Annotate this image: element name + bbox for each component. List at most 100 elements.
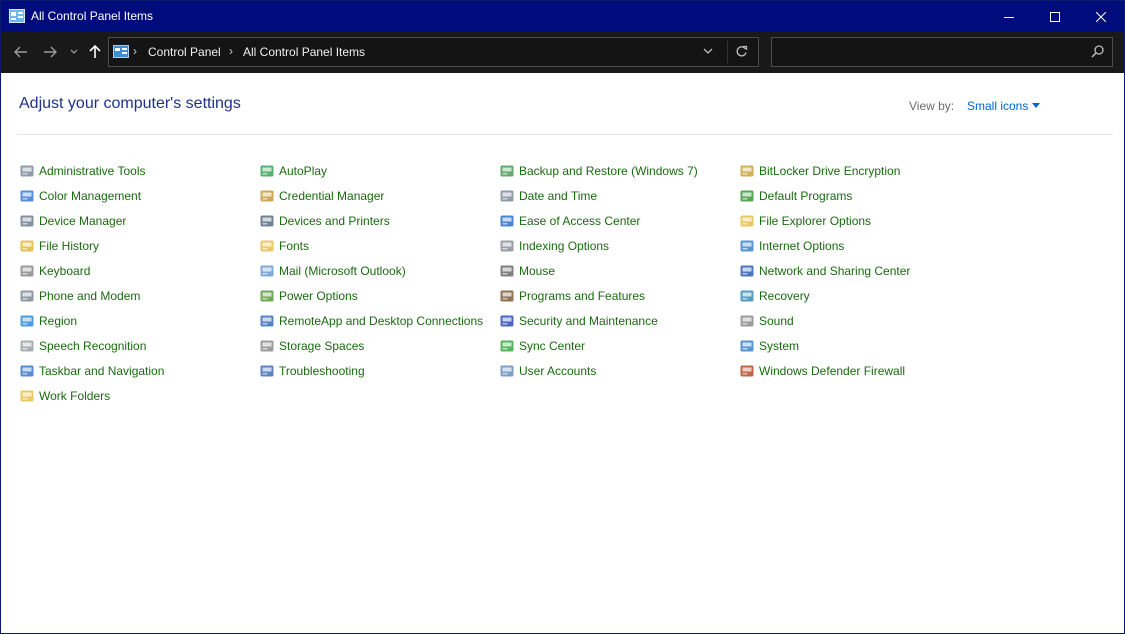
item-autoplay[interactable]: AutoPlay (259, 161, 327, 181)
ease-of-access-icon (500, 215, 514, 227)
internet-icon (740, 240, 754, 252)
item-label: Mail (Microsoft Outlook) (279, 264, 406, 278)
storage-icon (260, 340, 274, 352)
search-icon[interactable] (1091, 45, 1104, 58)
item-remoteapp-and-desktop-connections[interactable]: RemoteApp and Desktop Connections (259, 311, 483, 331)
address-divider (727, 41, 728, 63)
power-icon (260, 290, 274, 302)
item-label: Date and Time (519, 189, 598, 203)
caret-down-icon[interactable] (1032, 103, 1040, 108)
item-fonts[interactable]: Fonts (259, 236, 309, 256)
item-work-folders[interactable]: Work Folders (19, 386, 110, 406)
item-internet-options[interactable]: Internet Options (739, 236, 844, 256)
item-speech-recognition[interactable]: Speech Recognition (19, 336, 146, 356)
item-network-and-sharing-center[interactable]: Network and Sharing Center (739, 261, 910, 281)
item-label: Storage Spaces (279, 339, 365, 353)
work-folders-icon (20, 390, 34, 402)
item-label: Programs and Features (519, 289, 646, 303)
item-power-options[interactable]: Power Options (259, 286, 358, 306)
up-button[interactable] (87, 41, 103, 63)
search-input[interactable] (772, 38, 1088, 64)
address-bar[interactable]: › Control Panel › All Control Panel Item… (108, 37, 759, 67)
sync-icon (500, 340, 514, 352)
item-file-history[interactable]: File History (19, 236, 99, 256)
globe-icon (20, 315, 34, 327)
item-system[interactable]: System (739, 336, 799, 356)
item-label: Ease of Access Center (519, 214, 641, 228)
item-windows-defender-firewall[interactable]: Windows Defender Firewall (739, 361, 905, 381)
remote-desktop-icon (260, 315, 274, 327)
back-button[interactable] (11, 41, 31, 63)
device-manager-icon (20, 215, 34, 227)
item-file-explorer-options[interactable]: File Explorer Options (739, 211, 871, 231)
control-panel-icon (9, 9, 25, 23)
item-security-and-maintenance[interactable]: Security and Maintenance (499, 311, 658, 331)
item-troubleshooting[interactable]: Troubleshooting (259, 361, 365, 381)
breadcrumb-chevron-icon[interactable]: › (229, 44, 233, 58)
title-bar[interactable]: All Control Panel Items (1, 1, 1124, 32)
navigation-bar: › Control Panel › All Control Panel Item… (1, 32, 1124, 73)
view-by-dropdown[interactable]: Small icons (967, 99, 1028, 113)
item-devices-and-printers[interactable]: Devices and Printers (259, 211, 390, 231)
mail-icon (260, 265, 274, 277)
item-label: Recovery (759, 289, 810, 303)
monitor-color-icon (20, 190, 34, 202)
forward-button[interactable] (40, 41, 60, 63)
refresh-icon[interactable] (735, 45, 748, 58)
microphone-icon (20, 340, 34, 352)
item-sync-center[interactable]: Sync Center (499, 336, 585, 356)
item-indexing-options[interactable]: Indexing Options (499, 236, 609, 256)
close-icon (1096, 11, 1106, 22)
item-label: Administrative Tools (39, 164, 146, 178)
item-label: File Explorer Options (759, 214, 872, 228)
item-color-management[interactable]: Color Management (19, 186, 141, 206)
content-area: Adjust your computer's settings View by:… (1, 73, 1124, 633)
item-recovery[interactable]: Recovery (739, 286, 810, 306)
control-panel-window: All Control Panel Items › Control Panel … (0, 0, 1125, 634)
item-bitlocker-drive-encryption[interactable]: BitLocker Drive Encryption (739, 161, 900, 181)
chevron-down-icon (70, 49, 78, 54)
item-device-manager[interactable]: Device Manager (19, 211, 126, 231)
breadcrumb-control-panel[interactable]: Control Panel (148, 45, 221, 59)
indexing-icon (500, 240, 514, 252)
item-mouse[interactable]: Mouse (499, 261, 555, 281)
firewall-icon (740, 365, 754, 377)
page-title: Adjust your computer's settings (19, 95, 241, 112)
search-box[interactable] (771, 37, 1113, 67)
item-label: File History (39, 239, 100, 253)
item-ease-of-access-center[interactable]: Ease of Access Center (499, 211, 640, 231)
recent-locations-button[interactable] (67, 41, 81, 63)
system-icon (740, 340, 754, 352)
phone-modem-icon (20, 290, 34, 302)
item-date-and-time[interactable]: Date and Time (499, 186, 597, 206)
up-arrow-icon (89, 45, 101, 58)
item-mail-microsoft-outlook[interactable]: Mail (Microsoft Outlook) (259, 261, 406, 281)
item-credential-manager[interactable]: Credential Manager (259, 186, 384, 206)
flag-icon (500, 315, 514, 327)
clock-icon (500, 190, 514, 202)
maximize-button[interactable] (1032, 1, 1078, 32)
item-label: Default Programs (759, 189, 853, 203)
item-storage-spaces[interactable]: Storage Spaces (259, 336, 364, 356)
programs-icon (500, 290, 514, 302)
item-sound[interactable]: Sound (739, 311, 794, 331)
bitlocker-icon (740, 165, 754, 177)
breadcrumb-chevron-icon[interactable]: › (133, 44, 137, 58)
close-button[interactable] (1078, 1, 1124, 32)
item-taskbar-and-navigation[interactable]: Taskbar and Navigation (19, 361, 164, 381)
fonts-icon (260, 240, 274, 252)
item-region[interactable]: Region (19, 311, 77, 331)
item-default-programs[interactable]: Default Programs (739, 186, 852, 206)
minimize-button[interactable] (986, 1, 1032, 32)
item-backup-and-restore-windows-7[interactable]: Backup and Restore (Windows 7) (499, 161, 698, 181)
item-keyboard[interactable]: Keyboard (19, 261, 90, 281)
breadcrumb-all-items[interactable]: All Control Panel Items (243, 45, 365, 59)
item-administrative-tools[interactable]: Administrative Tools (19, 161, 146, 181)
item-phone-and-modem[interactable]: Phone and Modem (19, 286, 140, 306)
address-dropdown-icon[interactable] (703, 47, 713, 55)
view-by-label: View by: (909, 99, 955, 113)
recovery-icon (740, 290, 754, 302)
minimize-icon (1004, 16, 1014, 18)
item-user-accounts[interactable]: User Accounts (499, 361, 596, 381)
item-programs-and-features[interactable]: Programs and Features (499, 286, 645, 306)
